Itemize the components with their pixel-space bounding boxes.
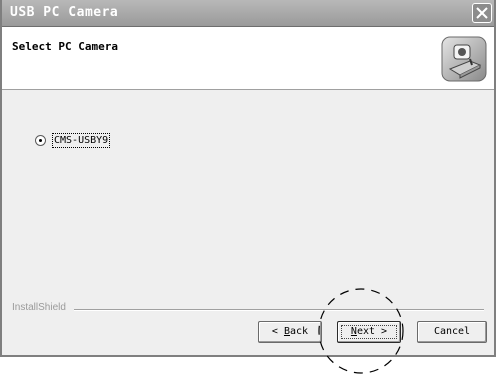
camera-option-label[interactable]: CMS-USBY9 — [52, 133, 111, 148]
close-button[interactable] — [472, 3, 492, 23]
camera-setup-icon — [441, 36, 487, 82]
installshield-brand: InstallShield — [12, 302, 66, 313]
footer-separator — [74, 309, 484, 311]
back-button[interactable]: < Back — [258, 321, 322, 343]
highlight-circle — [318, 288, 404, 374]
window-title: USB PC Camera — [10, 5, 119, 20]
wizard-header: Select PC Camera — [2, 27, 494, 90]
title-bar[interactable]: USB PC Camera — [2, 0, 494, 27]
content-area: CMS-USBY9 — [2, 90, 494, 308]
cancel-button-label: Cancel — [433, 326, 471, 337]
close-icon — [476, 7, 488, 19]
camera-radio-button[interactable] — [35, 135, 46, 146]
cancel-button[interactable]: Cancel — [417, 321, 487, 343]
installer-window: USB PC Camera Select PC Camera CMS-USBY9… — [0, 0, 496, 357]
page-title: Select PC Camera — [12, 40, 118, 53]
back-button-label: < Back — [271, 326, 309, 337]
